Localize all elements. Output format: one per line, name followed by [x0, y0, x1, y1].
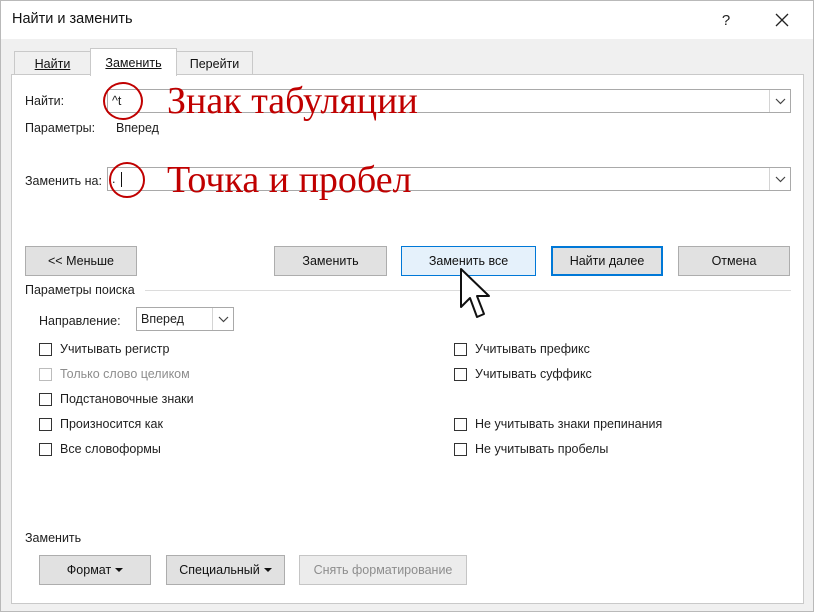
tab-bar: Найти Заменить Перейти	[1, 39, 813, 76]
tab-find[interactable]: Найти	[14, 51, 91, 75]
help-button[interactable]: ?	[703, 4, 749, 36]
checkbox-box	[39, 392, 52, 406]
replace-annotation-circle	[109, 162, 145, 198]
find-next-button-label: Найти далее	[569, 254, 645, 268]
options-value: Вперед	[116, 121, 159, 135]
checkbox-label: Все словоформы	[60, 442, 161, 456]
window-title: Найти и заменить	[12, 11, 133, 27]
format-button-label: Формат	[66, 563, 112, 577]
checkbox-label: Произносится как	[60, 417, 163, 431]
format-button[interactable]: Формат	[39, 555, 151, 585]
special-button-label: Специальный	[179, 563, 260, 577]
ignore-punctuation-checkbox[interactable]: Не учитывать знаки препинания	[454, 417, 662, 431]
checkbox-label: Учитывать регистр	[60, 342, 170, 356]
replace-button-label: Заменить	[302, 254, 359, 268]
less-button[interactable]: << Меньше	[25, 246, 137, 276]
find-dropdown-button[interactable]	[769, 90, 790, 112]
match-suffix-checkbox[interactable]: Учитывать суффикс	[454, 367, 592, 381]
close-button[interactable]	[759, 4, 805, 36]
less-button-label: << Меньше	[48, 254, 114, 268]
caret-down-icon	[115, 568, 124, 572]
mouse-pointer-icon	[460, 268, 490, 318]
direction-dropdown-button[interactable]	[212, 308, 233, 330]
clear-formatting-button[interactable]: Снять форматирование	[299, 555, 467, 585]
replace-with-label: Заменить на:	[25, 174, 102, 188]
find-replace-dialog: Найти и заменить ? Найти Заменить Перейт…	[0, 0, 814, 612]
checkbox-box	[39, 417, 52, 431]
tab-find-label: Найти	[34, 56, 71, 71]
clear-formatting-button-label: Снять форматирование	[313, 563, 453, 577]
replace-panel	[11, 74, 804, 604]
cancel-button[interactable]: Отмена	[678, 246, 790, 276]
chevron-down-icon	[218, 316, 228, 322]
checkbox-box	[39, 367, 52, 381]
chevron-down-icon	[775, 176, 785, 182]
checkbox-label: Только слово целиком	[60, 367, 190, 381]
whole-word-checkbox[interactable]: Только слово целиком	[39, 367, 190, 381]
tab-goto[interactable]: Перейти	[176, 51, 253, 75]
find-annotation-text: Знак табуляции	[167, 80, 418, 122]
direction-select[interactable]: Вперед	[136, 307, 234, 331]
checkbox-label: Не учитывать знаки препинания	[475, 417, 663, 431]
match-case-checkbox[interactable]: Учитывать регистр	[39, 342, 169, 356]
close-icon	[775, 13, 789, 27]
title-bar: Найти и заменить ?	[1, 1, 813, 39]
special-button[interactable]: Специальный	[166, 555, 285, 585]
match-prefix-checkbox[interactable]: Учитывать префикс	[454, 342, 590, 356]
all-word-forms-checkbox[interactable]: Все словоформы	[39, 442, 161, 456]
replace-annotation-text: Точка и пробел	[167, 159, 412, 201]
find-annotation-circle	[103, 82, 143, 120]
checkbox-box	[454, 442, 467, 456]
options-label: Параметры:	[25, 121, 96, 135]
ignore-whitespace-checkbox[interactable]: Не учитывать пробелы	[454, 442, 608, 456]
wildcards-checkbox[interactable]: Подстановочные знаки	[39, 392, 194, 406]
checkbox-box	[39, 342, 52, 356]
checkbox-label: Учитывать суффикс	[475, 367, 592, 381]
search-options-group-label: Параметры поиска	[25, 283, 135, 297]
replace-button[interactable]: Заменить	[274, 246, 387, 276]
caret-down-icon	[263, 568, 272, 572]
replace-all-button-label: Заменить все	[428, 254, 509, 268]
sounds-like-checkbox[interactable]: Произносится как	[39, 417, 163, 431]
tab-goto-label: Перейти	[189, 56, 240, 71]
find-label: Найти:	[25, 94, 65, 108]
chevron-down-icon	[775, 98, 785, 104]
replace-section-label: Заменить	[25, 531, 82, 545]
direction-value: Вперед	[141, 312, 184, 326]
checkbox-box	[39, 442, 52, 456]
find-next-button[interactable]: Найти далее	[551, 246, 663, 276]
checkbox-box	[454, 417, 467, 431]
tab-replace-label: Заменить	[105, 55, 162, 70]
cancel-button-label: Отмена	[711, 254, 757, 268]
direction-label: Направление:	[39, 314, 121, 328]
checkbox-box	[454, 342, 467, 356]
checkbox-label: Учитывать префикс	[475, 342, 590, 356]
checkbox-box	[454, 367, 467, 381]
checkbox-label: Подстановочные знаки	[60, 392, 194, 406]
replace-dropdown-button[interactable]	[769, 168, 790, 190]
checkbox-label: Не учитывать пробелы	[475, 442, 609, 456]
tab-replace[interactable]: Заменить	[90, 48, 177, 76]
